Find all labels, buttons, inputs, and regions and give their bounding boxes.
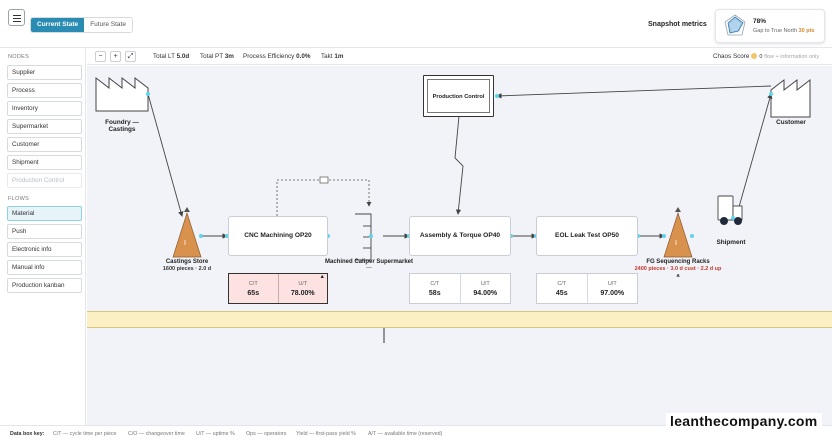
palette-flow-production-kanban[interactable]: Production kanban — [7, 278, 82, 293]
total-lead-time: Total LT 5.0d — [153, 53, 190, 60]
castings-inventory-mark: I — [184, 240, 186, 247]
palette-flow-push[interactable]: Push — [7, 224, 82, 239]
chaos-dot-icon — [751, 53, 758, 59]
palette-sidebar: NODES Supplier Process Inventory Superma… — [0, 48, 86, 425]
customer-label: Customer — [776, 119, 806, 126]
lead-time-ladder[interactable] — [87, 311, 832, 328]
total-process-time: Total PT 3m — [200, 53, 234, 60]
snapshot-card[interactable]: 78% Gap to True North 30 pts — [715, 9, 825, 43]
fg-racks-marker: a — [676, 273, 680, 279]
process-name: CNC Machining OP20 — [244, 232, 312, 239]
process-cnc-machining[interactable]: CNC Machining OP20 — [228, 216, 328, 256]
nodes-heading: NODES — [8, 54, 30, 60]
customer-factory-icon[interactable] — [770, 78, 811, 118]
palette-production-control: Production Control — [7, 173, 82, 188]
palette-supplier[interactable]: Supplier — [7, 65, 82, 80]
databox-cnc-machining[interactable]: C/T 65s U/T 78.00% ▲ — [228, 273, 328, 304]
alert-flag-icon: ▲ — [319, 274, 325, 280]
process-eol-leak-test[interactable]: EOL Leak Test OP50 — [536, 216, 638, 256]
castings-store-name: Castings Store — [165, 259, 209, 265]
databox-ut-cell: U/T 94.00% — [459, 274, 511, 303]
state-toggle: Current State Future State — [30, 17, 133, 33]
zoom-in-button[interactable]: + — [110, 51, 121, 62]
palette-inventory[interactable]: Inventory — [7, 101, 82, 116]
databox-ct-cell: C/T 45s — [555, 281, 568, 297]
castings-store-detail: 1600 pieces · 2.0 d — [162, 266, 212, 272]
process-efficiency: Process Efficiency 0.0% — [243, 53, 311, 60]
databox-ut-cell: U/T 97.00% — [586, 274, 638, 303]
tab-current-state[interactable]: Current State — [31, 18, 85, 32]
process-assembly-torque[interactable]: Assembly & Torque OP40 — [409, 216, 511, 256]
palette-flow-material[interactable]: Material — [7, 206, 82, 221]
snapshot-gap: Gap to True North 30 pts — [753, 28, 815, 34]
chaos-score: Chaos Score 0 flow + information only — [713, 53, 820, 60]
takt-time: Takt 1m — [321, 53, 344, 60]
palette-flow-manual-info[interactable]: Manual info — [7, 260, 82, 275]
palette-flow-electronic-info[interactable]: Electronic info — [7, 242, 82, 257]
shipment-label: Shipment — [716, 239, 746, 246]
fg-racks-detail: 2400 pieces · 3.0 d cust · 2.2 d up — [634, 266, 722, 272]
palette-supermarket[interactable]: Supermarket — [7, 119, 82, 134]
hamburger-icon[interactable] — [8, 9, 25, 26]
databox-ct-cell: C/T 65s — [247, 281, 260, 297]
palette-customer[interactable]: Customer — [7, 137, 82, 152]
zoom-out-button[interactable]: − — [95, 51, 106, 62]
key-item: C/O — changeover time — [128, 431, 185, 437]
fg-racks-name: FG Sequencing Racks — [646, 259, 710, 265]
palette-process[interactable]: Process — [7, 83, 82, 98]
supplier-label: Foundry — Castings — [105, 119, 139, 133]
tab-future-state[interactable]: Future State — [84, 18, 132, 32]
watermark-text: leanthecompany.com — [666, 413, 822, 429]
radar-chart-icon — [724, 14, 746, 36]
shipment-truck-icon[interactable] — [717, 195, 743, 225]
fg-inventory-triangle-icon[interactable] — [663, 207, 693, 258]
snapshot-title: Snapshot metrics — [648, 21, 707, 28]
key-title: Data box key: — [10, 431, 45, 437]
top-bar: Current State Future State Snapshot metr… — [0, 0, 832, 48]
supermarket-sublabel: — — [366, 265, 372, 271]
production-control-label: Production Control — [427, 79, 490, 113]
production-control-node[interactable]: Production Control — [423, 75, 494, 117]
flows-heading: FLOWS — [8, 196, 30, 202]
key-item: C/T — cycle time per piece — [53, 431, 117, 437]
fit-view-button[interactable]: ⤢ — [125, 51, 136, 62]
process-name: Assembly & Torque OP40 — [419, 232, 501, 239]
key-item: A/T — available time (reserved) — [368, 431, 443, 437]
palette-shipment[interactable]: Shipment — [7, 155, 82, 170]
databox-eol-leak-test[interactable]: C/T 45s U/T 97.00% — [536, 273, 638, 304]
castings-inventory-triangle-icon[interactable] — [172, 207, 202, 258]
key-item: Ops — operators — [246, 431, 287, 437]
supermarket-shelves-icon[interactable] — [355, 213, 372, 261]
supplier-factory-icon[interactable] — [95, 76, 149, 112]
fg-inventory-mark: I — [675, 240, 677, 247]
databox-ct-cell: C/T 58s — [428, 281, 441, 297]
process-name: EOL Leak Test OP50 — [555, 232, 619, 239]
key-item: U/T — uptime % — [196, 431, 235, 437]
canvas-toolbar: − + ⤢ Total LT 5.0d Total PT 3m Process … — [87, 48, 832, 65]
databox-assembly-torque[interactable]: C/T 58s U/T 94.00% — [409, 273, 511, 304]
key-item: Yield — first-pass yield % — [296, 431, 356, 437]
snapshot-percent: 78% — [753, 18, 767, 25]
map-canvas[interactable]: Foundry — Castings Customer Production C… — [87, 66, 832, 425]
